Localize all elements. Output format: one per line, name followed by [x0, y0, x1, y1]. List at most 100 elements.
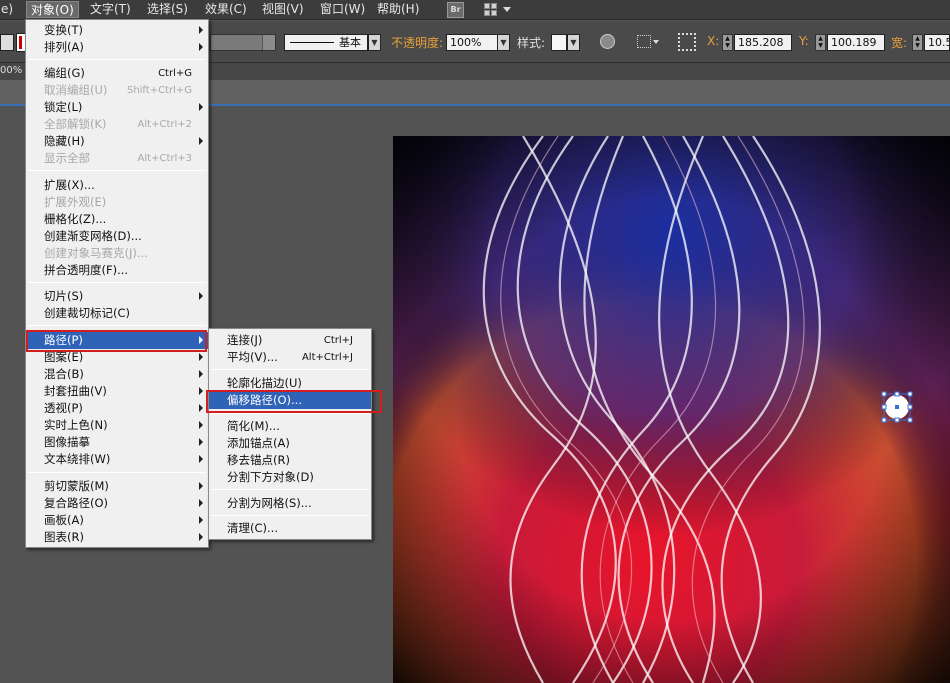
menu-item-label: 隐藏(H) [44, 134, 85, 148]
menu-item-artboards[interactable]: 画板(A) [26, 512, 208, 529]
menu-item-compound-path[interactable]: 复合路径(O) [26, 495, 208, 512]
menu-item-label: 取消编组(U) [44, 83, 108, 97]
menu-item-average[interactable]: 平均(V)... Alt+Ctrl+J [209, 349, 371, 366]
menu-item-label: 扩展外观(E) [44, 195, 107, 209]
menu-type[interactable]: 文字(T) [86, 1, 135, 18]
align-to-icon[interactable] [637, 35, 651, 48]
menu-help[interactable]: 帮助(H) [373, 1, 423, 18]
menu-item-clipping-mask[interactable]: 剪切蒙版(M) [26, 478, 208, 495]
menu-item-label: 平均(V)... [227, 350, 278, 364]
menu-select[interactable]: 选择(S) [143, 1, 192, 18]
opacity-dropdown[interactable]: ▼ [497, 34, 510, 51]
menu-item-group[interactable]: 编组(G) Ctrl+G [26, 65, 208, 82]
stroke-style-dropdown[interactable]: ▼ [368, 34, 381, 51]
graphic-style-dropdown[interactable]: ▼ [567, 34, 580, 51]
submenu-arrow-icon [199, 26, 203, 34]
width-input[interactable]: 10.5 [924, 34, 950, 51]
menu-item-join[interactable]: 连接(J) Ctrl+J [209, 332, 371, 349]
bridge-button[interactable]: Br [447, 2, 464, 18]
menu-item-lock[interactable]: 锁定(L) [26, 99, 208, 116]
menu-item-label: 混合(B) [44, 367, 84, 381]
stroke-style-field[interactable]: 基本 [284, 34, 368, 51]
menu-item-slice[interactable]: 切片(S) [26, 288, 208, 305]
menu-item-rasterize[interactable]: 栅格化(Z)... [26, 211, 208, 228]
menu-item-image-trace[interactable]: 图像描摹 [26, 434, 208, 451]
menu-item-live-paint[interactable]: 实时上色(N) [26, 417, 208, 434]
submenu-arrow-icon [199, 103, 203, 111]
menu-item-flatten-transparency[interactable]: 拼合透明度(F)... [26, 262, 208, 279]
menu-separator [28, 170, 206, 171]
selected-object[interactable] [881, 391, 913, 423]
x-spinner[interactable]: ▲ ▼ [722, 34, 733, 51]
menu-item-label: 栅格化(Z)... [44, 212, 107, 226]
menu-item-blend[interactable]: 混合(B) [26, 366, 208, 383]
menu-item-label: 图像描摹 [44, 435, 90, 449]
menu-separator [211, 489, 369, 490]
menu-item-unlock-all[interactable]: 全部解锁(K) Alt+Ctrl+2 [26, 116, 208, 133]
menu-item-trim-marks[interactable]: 创建裁切标记(C) [26, 305, 208, 322]
menu-item-remove-anchor-points[interactable]: 移去锚点(R) [209, 452, 371, 469]
submenu-arrow-icon [199, 455, 203, 463]
annotation-highlight-offset-path [206, 390, 382, 413]
menu-item-label: 图表(R) [44, 530, 84, 544]
menu-item-text-wrap[interactable]: 文本绕排(W) [26, 451, 208, 468]
menu-item-label: 透视(P) [44, 401, 83, 415]
menu-window[interactable]: 窗口(W) [316, 1, 369, 18]
chevron-down-icon [503, 7, 511, 12]
menu-item-label: 分割为网格(S)... [227, 496, 312, 510]
menu-item-split-into-grid[interactable]: 分割为网格(S)... [209, 495, 371, 512]
menu-object[interactable]: 对象(O) [26, 1, 79, 18]
menu-effect[interactable]: 效果(C) [201, 1, 251, 18]
stroke-style-label: 基本 [339, 36, 361, 49]
menu-item-show-all[interactable]: 显示全部 Alt+Ctrl+3 [26, 150, 208, 167]
menu-item-label: 文本绕排(W) [44, 452, 111, 466]
chevron-down-icon[interactable] [653, 40, 659, 44]
menu-item-label: 复合路径(O) [44, 496, 109, 510]
artboard-canvas[interactable] [393, 136, 950, 683]
selection-bounding-box [881, 391, 913, 423]
submenu-arrow-icon [199, 404, 203, 412]
object-menu: 变换(T) 排列(A) 编组(G) Ctrl+G 取消编组(U) Shift+Ctr… [25, 19, 209, 548]
reference-point-icon[interactable] [678, 33, 696, 51]
menu-item-simplify[interactable]: 简化(M)... [209, 418, 371, 435]
menu-item-object-mosaic[interactable]: 创建对象马赛克(J)... [26, 245, 208, 262]
menu-item-expand-appearance[interactable]: 扩展外观(E) [26, 194, 208, 211]
fill-swatch[interactable] [0, 34, 14, 51]
menu-item-gradient-mesh[interactable]: 创建渐变网格(D)... [26, 228, 208, 245]
menu-separator [28, 59, 206, 60]
menu-item-envelope-distort[interactable]: 封套扭曲(V) [26, 383, 208, 400]
menu-item-label: 实时上色(N) [44, 418, 108, 432]
menu-item-clean-up[interactable]: 清理(C)... [209, 520, 371, 537]
submenu-arrow-icon [199, 533, 203, 541]
menu-item-shortcut: Shift+Ctrl+G [126, 85, 192, 96]
arrange-icon [484, 3, 490, 9]
y-input[interactable]: 100.189 [827, 34, 885, 51]
stroke-weight-field[interactable] [210, 34, 276, 51]
menu-item-transform[interactable]: 变换(T) [26, 22, 208, 39]
y-spinner[interactable]: ▲ ▼ [815, 34, 826, 51]
width-spinner[interactable]: ▲ ▼ [912, 34, 923, 51]
opacity-label[interactable]: 不透明度: [391, 34, 443, 51]
menu-item-arrange[interactable]: 排列(A) [26, 39, 208, 56]
graphic-style-swatch[interactable] [551, 34, 567, 51]
x-input[interactable]: 185.208 [734, 34, 792, 51]
menu-item-label: 全部解锁(K) [44, 117, 107, 131]
menu-item-add-anchor-points[interactable]: 添加锚点(A) [209, 435, 371, 452]
menu-item-expand[interactable]: 扩展(X)... [26, 177, 208, 194]
menu-item-perspective[interactable]: 透视(P) [26, 400, 208, 417]
submenu-arrow-icon [199, 387, 203, 395]
menu-item-shortcut: Alt+Ctrl+3 [137, 153, 192, 164]
menu-edit-partial[interactable]: e) [0, 1, 17, 18]
zoom-readout: 00% [0, 65, 23, 76]
arrange-documents-button[interactable] [484, 2, 512, 18]
menu-item-ungroup[interactable]: 取消编组(U) Shift+Ctrl+G [26, 82, 208, 99]
menu-item-label: 分割下方对象(D) [227, 470, 314, 484]
menu-item-hide[interactable]: 隐藏(H) [26, 133, 208, 150]
menu-item-graph[interactable]: 图表(R) [26, 529, 208, 546]
opacity-input[interactable]: 100% [446, 34, 498, 51]
menu-view[interactable]: 视图(V) [258, 1, 308, 18]
menu-item-divide-objects-below[interactable]: 分割下方对象(D) [209, 469, 371, 486]
arrange-icon-part [484, 10, 490, 16]
recolor-artwork-icon[interactable] [600, 34, 615, 49]
x-label: X: [707, 34, 720, 48]
